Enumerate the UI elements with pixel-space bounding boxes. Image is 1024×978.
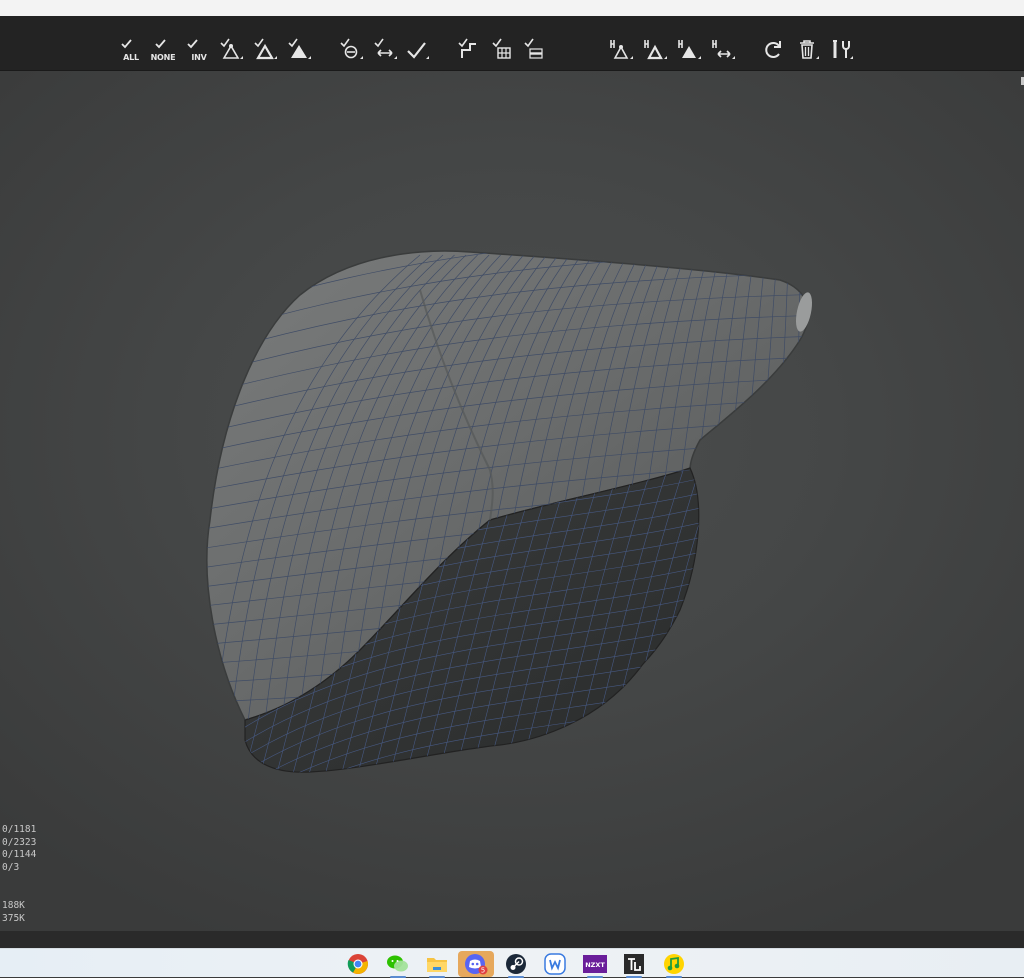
discord-badge: 5 <box>481 967 485 975</box>
tool-face-icon <box>678 40 701 59</box>
wire-line <box>693 468 699 773</box>
music-icon[interactable] <box>662 952 686 978</box>
expand-arrows-icon <box>374 38 397 59</box>
tool-edge-button[interactable] <box>640 34 670 64</box>
select-all-button[interactable]: ALL <box>116 34 146 64</box>
tool-face-button[interactable] <box>674 34 704 64</box>
top-toolbar: ALL NONE INV <box>0 16 1024 71</box>
tools-button[interactable] <box>826 34 856 64</box>
refresh-icon <box>765 41 781 58</box>
stat-line: 0/1144 <box>2 849 37 860</box>
triangle-edge-icon <box>254 38 277 60</box>
select-invert-label: INV <box>191 53 207 62</box>
select-edges-button[interactable] <box>250 34 280 64</box>
discord-icon[interactable]: 5 <box>458 951 494 977</box>
tool-edge-icon <box>644 40 667 60</box>
triangle-face-icon <box>288 38 311 59</box>
ring-icon <box>524 38 543 59</box>
chrome-icon[interactable] <box>346 952 370 976</box>
refresh-button[interactable] <box>758 34 788 64</box>
tool-stretch-icon <box>712 40 735 59</box>
windows-taskbar: 5 NZXT <box>0 948 1024 978</box>
triangle-vertex-icon <box>220 38 243 59</box>
select-boundary-button[interactable] <box>454 34 484 64</box>
nzxt-label: NZXT <box>585 961 605 969</box>
tool-stretch-button[interactable] <box>708 34 738 64</box>
memory-line: 188K <box>2 900 25 911</box>
select-faces-button[interactable] <box>284 34 314 64</box>
helmet-mesh[interactable] <box>0 71 1024 931</box>
window-top-strip <box>0 0 1024 16</box>
select-vertices-button[interactable] <box>216 34 246 64</box>
loop-icon <box>492 38 511 59</box>
wechat-icon[interactable] <box>386 952 410 978</box>
nzxt-icon[interactable]: NZXT <box>583 952 607 978</box>
tool-vertex-button[interactable] <box>606 34 636 64</box>
select-loop-button[interactable] <box>488 34 518 64</box>
grow-selection-icon <box>340 38 363 59</box>
file-explorer-icon[interactable] <box>425 952 449 978</box>
check-icon <box>407 42 429 59</box>
select-ring-button[interactable] <box>520 34 550 64</box>
trash-icon <box>800 40 819 59</box>
stat-line: 0/2323 <box>2 836 37 848</box>
memory-line: 375K <box>2 912 25 924</box>
grow-selection-button[interactable] <box>336 34 366 64</box>
memory-stats: 188K 375K <box>2 900 25 925</box>
boundary-icon <box>458 38 476 58</box>
wps-icon[interactable] <box>543 952 567 976</box>
tool-vertex-icon <box>610 40 633 59</box>
status-bar <box>0 931 1024 948</box>
select-none-button[interactable]: NONE <box>148 34 178 64</box>
delete-button[interactable] <box>792 34 822 64</box>
select-invert-button[interactable]: INV <box>184 34 214 64</box>
expand-selection-button[interactable] <box>370 34 400 64</box>
select-none-label: NONE <box>150 53 176 62</box>
selection-stats: 0/1181 0/2323 0/1144 0/3 <box>2 824 36 874</box>
stat-line: 0/3 <box>2 861 20 873</box>
steam-icon[interactable] <box>504 952 528 978</box>
confirm-selection-button[interactable] <box>402 34 432 64</box>
topaz-icon[interactable] <box>622 952 646 978</box>
select-all-label: ALL <box>123 53 139 62</box>
wire-line <box>710 460 800 790</box>
tools-icon <box>833 40 853 59</box>
stat-line: 0/1181 <box>2 824 37 835</box>
3d-viewport[interactable]: 0/1181 0/2323 0/1144 0/3 188K 375K <box>0 71 1024 931</box>
